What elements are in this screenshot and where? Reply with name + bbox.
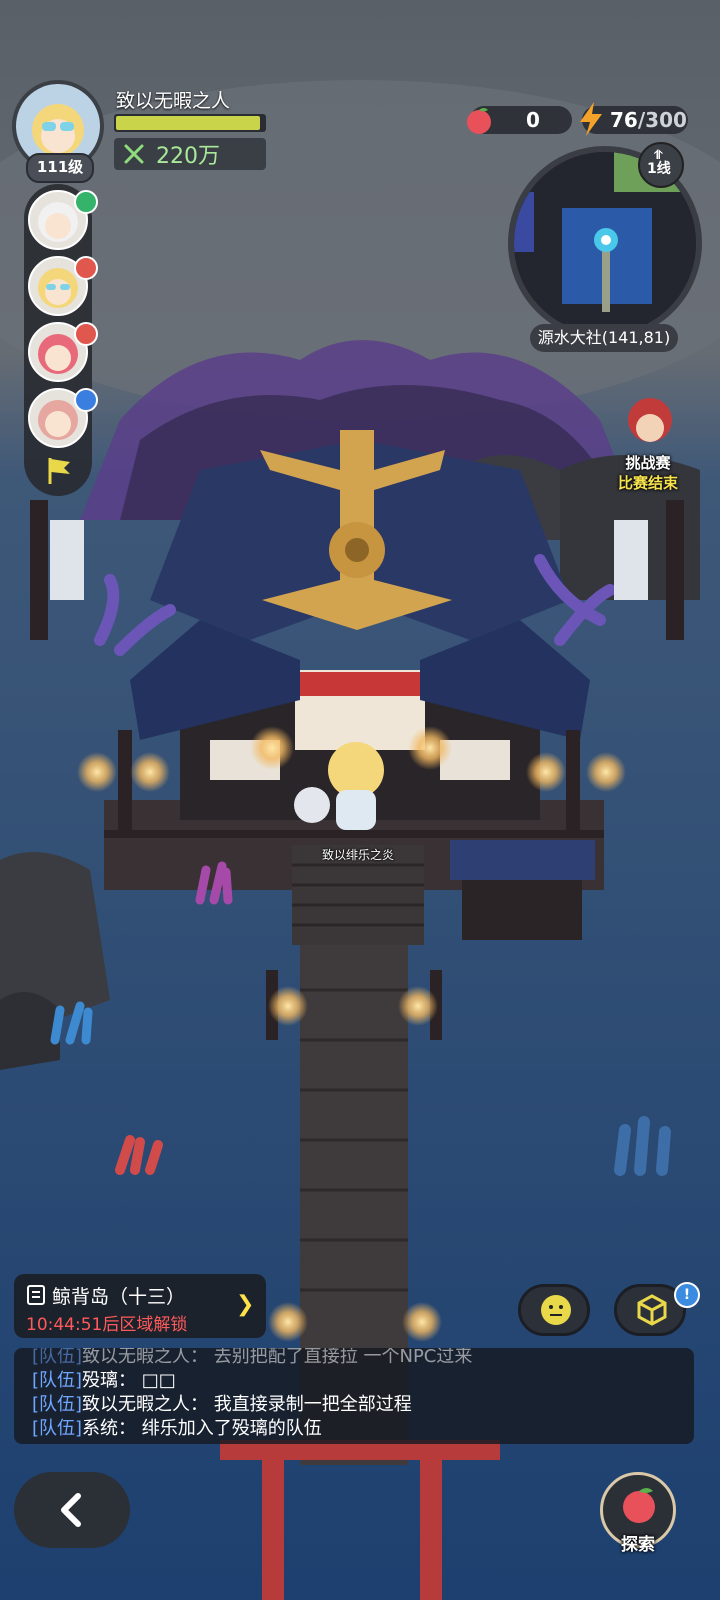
experience-bar-fill: [116, 116, 260, 130]
experience-bar: [114, 114, 266, 132]
quest-tracker[interactable]: 鲸背岛（十三） 10:44:51后区域解锁 ❯: [14, 1274, 266, 1338]
chat-line: [队伍]系统： 绯乐加入了殁璃的队伍: [32, 1418, 322, 1439]
quest-unlock-timer: 10:44:51后区域解锁: [26, 1315, 188, 1335]
quest-scroll-icon: [27, 1285, 45, 1305]
stamina-readout: 76/300: [610, 108, 687, 132]
player-name: 致以无暇之人: [116, 90, 231, 112]
challenge-event-status: 比赛结束: [617, 474, 678, 492]
challenge-event-button[interactable]: [616, 396, 680, 456]
crossed-swords-icon: [124, 144, 144, 164]
lightning-icon: [580, 102, 602, 136]
team-flag-icon[interactable]: [44, 456, 76, 486]
combat-power-value: 220万: [156, 144, 220, 169]
team-chat-panel[interactable]: [队伍]致以无暇之人： 去别把配了直接拉 一个NPC过来 [队伍]殁璃： □□ …: [14, 1348, 694, 1444]
quest-title: 鲸背岛（十三）: [52, 1286, 186, 1308]
party-member-2-badge: [74, 256, 98, 280]
peach-explore-icon: [623, 1488, 655, 1523]
peach-count: 0: [526, 108, 540, 132]
emote-button[interactable]: [518, 1284, 590, 1336]
stamina-max: /300: [637, 108, 687, 132]
party-member-1-badge: [74, 190, 98, 214]
challenge-event-title: 挑战赛: [625, 454, 671, 472]
cube-box-icon: [637, 1294, 667, 1326]
party-panel: [24, 184, 98, 496]
party-member-4-badge: [74, 388, 98, 412]
player-level-badge: 111级: [26, 153, 94, 183]
party-member-3-badge: [74, 322, 98, 346]
chat-line: [队伍]致以无暇之人： 我直接录制一把全部过程: [32, 1394, 412, 1415]
chat-line: [队伍]致以无暇之人： 去别把配了直接拉 一个NPC过来: [32, 1348, 473, 1367]
location-label: 源水大社(141,81): [530, 324, 678, 352]
chevron-right-icon[interactable]: ❯: [236, 1292, 254, 1317]
combat-power-box: 220万: [114, 138, 266, 170]
server-line-label: 1线: [647, 161, 671, 177]
explore-label: 探索: [621, 1535, 655, 1555]
stamina-current: 76: [610, 108, 638, 132]
peach-icon: [467, 108, 491, 134]
back-arrow-icon: [61, 1493, 81, 1527]
inventory-notice-badge: !: [674, 1282, 700, 1308]
back-button[interactable]: [14, 1472, 130, 1548]
server-line-badge[interactable]: ⥣ 1线: [638, 142, 684, 188]
smiley-face-icon: [541, 1295, 571, 1325]
npc-name-label: 致以绯乐之炎: [321, 848, 394, 862]
chat-line: [队伍]殁璃： □□: [32, 1370, 176, 1391]
